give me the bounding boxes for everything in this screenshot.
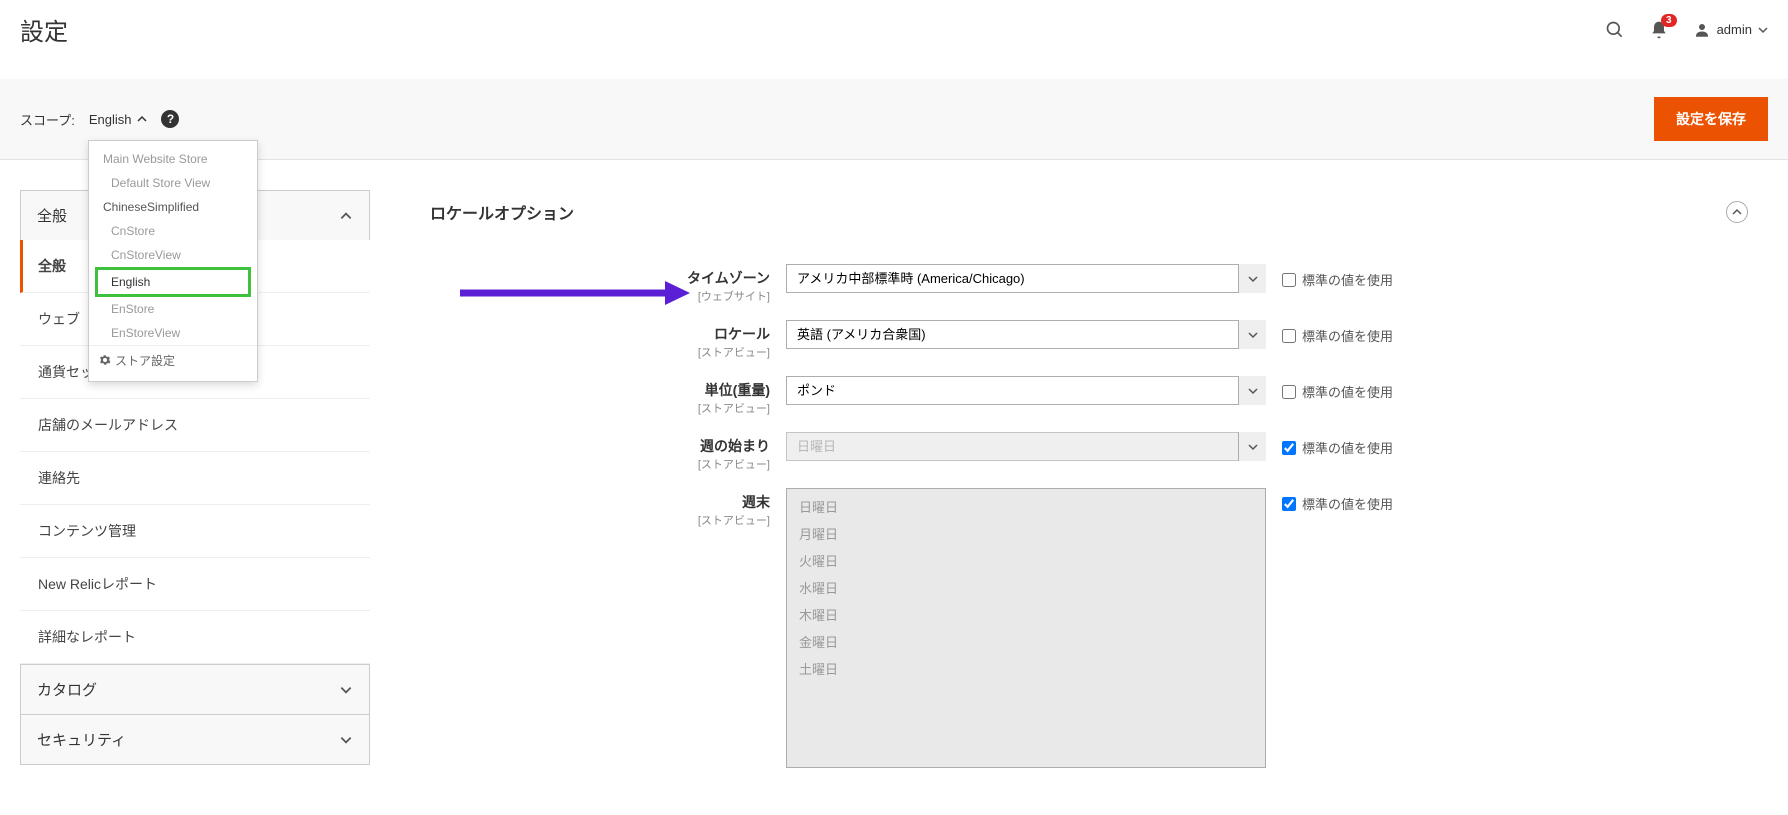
field-label: 単位(重量) (705, 382, 770, 398)
scope-label: スコープ: (20, 110, 75, 129)
scope-option[interactable]: Default Store View (89, 171, 257, 195)
field-label: 週の始まり (700, 438, 770, 454)
field-scope-label: [ストアビュー] (430, 400, 770, 416)
sidebar-section-catalog[interactable]: カタログ (20, 664, 370, 714)
multiselect-option: 金曜日 (791, 628, 1261, 655)
section-title: ロケールオプション (430, 200, 574, 224)
sidebar-section-security[interactable]: セキュリティ (20, 714, 370, 765)
scope-dropdown: Main Website StoreDefault Store ViewChin… (88, 140, 258, 382)
chevron-down-icon (1758, 25, 1768, 35)
scope-option[interactable]: English (95, 267, 251, 297)
form-row: 週の始まり [ストアビュー] 日曜日 標準の値を使用 (430, 432, 1748, 472)
search-icon[interactable] (1605, 20, 1625, 40)
scope-option[interactable]: Main Website Store (89, 147, 257, 171)
form-row: 単位(重量) [ストアビュー] ポンド 標準の値を使用 (430, 376, 1748, 416)
field-label: タイムゾーン (687, 270, 770, 286)
notification-badge: 3 (1661, 14, 1677, 27)
field-scope-label: [ストアビュー] (430, 456, 770, 472)
chevron-up-icon (339, 209, 353, 223)
scope-option[interactable]: ChineseSimplified (89, 195, 257, 219)
scope-option[interactable]: CnStore (89, 219, 257, 243)
chevron-up-icon (137, 114, 147, 124)
sidebar-item[interactable]: 店舗のメールアドレス (20, 399, 370, 452)
multiselect-option: 水曜日 (791, 574, 1261, 601)
scope-option[interactable]: CnStoreView (89, 243, 257, 267)
field-select[interactable]: ポンド (786, 376, 1266, 405)
use-default-checkbox[interactable] (1282, 329, 1296, 343)
use-default-checkbox[interactable] (1282, 441, 1296, 455)
multiselect-option: 火曜日 (791, 547, 1261, 574)
use-default-label: 標準の値を使用 (1302, 270, 1393, 289)
use-default-label: 標準の値を使用 (1302, 382, 1393, 401)
chevron-down-icon (339, 733, 353, 747)
field-select[interactable]: 英語 (アメリカ合衆国) (786, 320, 1266, 349)
multiselect-option: 月曜日 (791, 520, 1261, 547)
collapse-button[interactable] (1726, 201, 1748, 223)
field-label: ロケール (714, 326, 770, 342)
field-scope-label: [ウェブサイト] (430, 288, 770, 304)
field-label: 週末 (742, 494, 770, 510)
sidebar-item[interactable]: コンテンツ管理 (20, 505, 370, 558)
scope-option[interactable]: EnStore (89, 297, 257, 321)
scope-selector[interactable]: English (89, 112, 148, 127)
help-icon[interactable]: ? (161, 110, 179, 128)
sidebar-item[interactable]: New Relicレポート (20, 558, 370, 611)
form-row: タイムゾーン [ウェブサイト] アメリカ中部標準時 (America/Chicago… (430, 264, 1748, 304)
admin-menu[interactable]: admin (1693, 21, 1768, 39)
sidebar-section-label: カタログ (37, 679, 97, 700)
sidebar-section-label: セキュリティ (37, 729, 126, 750)
scope-option[interactable]: EnStoreView (89, 321, 257, 345)
use-default-checkbox[interactable] (1282, 273, 1296, 287)
use-default-label: 標準の値を使用 (1302, 326, 1393, 345)
field-scope-label: [ストアビュー] (430, 344, 770, 360)
save-button[interactable]: 設定を保存 (1654, 97, 1768, 141)
admin-label: admin (1717, 22, 1752, 37)
sidebar-item[interactable]: 詳細なレポート (20, 611, 370, 664)
form-row: 週末 [ストアビュー] 日曜日月曜日火曜日水曜日木曜日金曜日土曜日 標準の値を使用 (430, 488, 1748, 768)
user-icon (1693, 21, 1711, 39)
multiselect-option: 木曜日 (791, 601, 1261, 628)
scope-dropdown-footer[interactable]: ストア設定 (89, 345, 257, 375)
multiselect-option: 日曜日 (791, 493, 1261, 520)
field-select[interactable]: アメリカ中部標準時 (America/Chicago) (786, 264, 1266, 293)
chevron-up-icon (1731, 206, 1743, 218)
scope-value: English (89, 112, 132, 127)
field-select: 日曜日 (786, 432, 1266, 461)
field-scope-label: [ストアビュー] (430, 512, 770, 528)
sidebar-section-label: 全般 (37, 205, 67, 226)
chevron-down-icon (339, 683, 353, 697)
sidebar-item[interactable]: 連絡先 (20, 452, 370, 505)
gear-icon (99, 354, 111, 366)
form-row: ロケール [ストアビュー] 英語 (アメリカ合衆国) 標準の値を使用 (430, 320, 1748, 360)
use-default-checkbox[interactable] (1282, 497, 1296, 511)
page-title: 設定 (20, 12, 68, 47)
scope-footer-label: ストア設定 (115, 352, 175, 369)
use-default-label: 標準の値を使用 (1302, 494, 1393, 513)
use-default-label: 標準の値を使用 (1302, 438, 1393, 457)
field-multiselect: 日曜日月曜日火曜日水曜日木曜日金曜日土曜日 (786, 488, 1266, 768)
multiselect-option: 土曜日 (791, 655, 1261, 682)
use-default-checkbox[interactable] (1282, 385, 1296, 399)
